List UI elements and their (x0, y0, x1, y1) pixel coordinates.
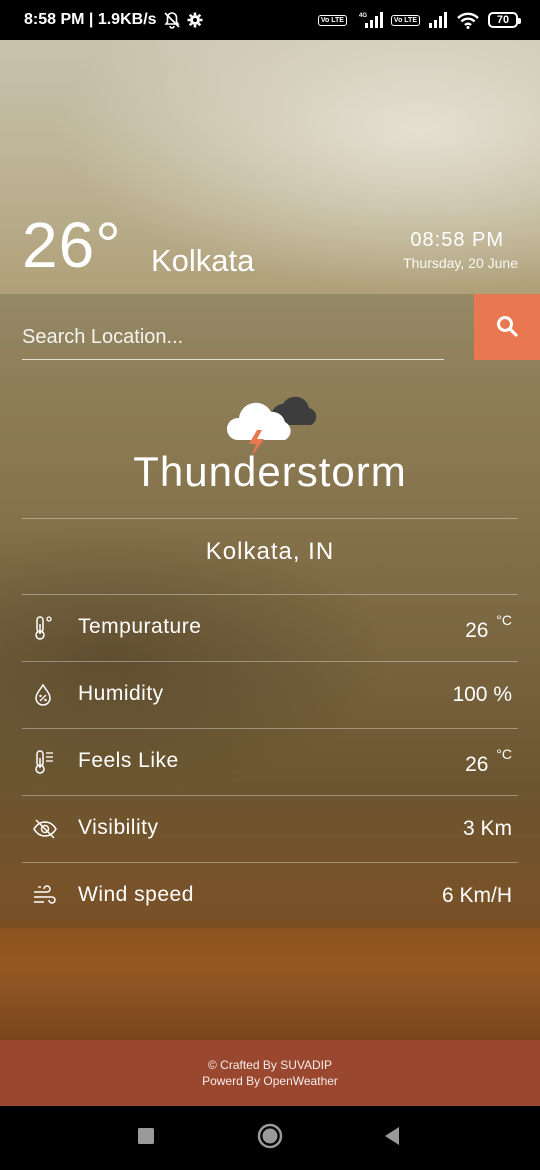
stat-value: 26 °C (465, 612, 512, 643)
footer-powered-by: Powerd By OpenWeather (202, 1074, 338, 1088)
stat-label: Visibility (78, 816, 159, 839)
home-circle-icon (257, 1123, 283, 1154)
recents-button[interactable] (116, 1106, 176, 1170)
back-button[interactable] (362, 1106, 422, 1170)
network-type-label: 4G (359, 13, 367, 19)
volte-badge-1: Vo LTE (317, 14, 347, 26)
stat-label: Wind speed (78, 883, 194, 906)
recents-square-icon (137, 1127, 155, 1150)
settings-gear-icon (187, 12, 203, 28)
stat-row-wind: Wind speed 6 Km/H (22, 863, 518, 930)
weather-app: 26° Kolkata 08:58 PM Thursday, 20 June T… (0, 40, 540, 1106)
status-right: Vo LTE 4G Vo LTE 70 (317, 11, 521, 29)
volte-badge-2: Vo LTE (390, 14, 420, 26)
humidity-drop-icon (32, 682, 56, 708)
search-icon (495, 314, 519, 341)
wifi-icon (456, 11, 480, 29)
search-bar (0, 294, 540, 360)
mute-notification-icon (163, 11, 181, 29)
signal-strength-icon-2 (428, 11, 448, 29)
stat-unit: °C (496, 612, 512, 628)
home-button[interactable] (240, 1106, 300, 1170)
stat-label: Feels Like (78, 749, 179, 772)
stat-row-humidity: Humidity 100 % (22, 662, 518, 729)
background-field (0, 920, 540, 1040)
stat-row-temperature: Tempurature 26 °C (22, 595, 518, 662)
current-date: Thursday, 20 June (403, 255, 518, 271)
thunderstorm-cloud-icon (223, 382, 319, 458)
footer-credit: © Crafted By SUVADIP (208, 1058, 332, 1072)
current-time: 08:58 PM (410, 229, 504, 251)
signal-strength-icon-1: 4G (355, 11, 383, 29)
thermometer-icon (32, 615, 56, 641)
status-left: 8:58 PM | 1.9KB/s (24, 11, 203, 29)
header: 26° Kolkata 08:58 PM Thursday, 20 June (0, 205, 540, 295)
status-time-speed: 8:58 PM | 1.9KB/s (24, 11, 157, 28)
back-triangle-icon (383, 1126, 401, 1151)
stat-label: Tempurature (78, 615, 202, 638)
stat-number: 26 (465, 753, 489, 776)
weather-panel: Thunderstorm Kolkata, IN Tempurature 26 … (0, 294, 540, 928)
stat-value: 26 °C (465, 746, 512, 777)
current-temperature: 26° (22, 209, 122, 281)
header-city: Kolkata (151, 243, 255, 278)
stat-row-visibility: Visibility 3 Km (22, 796, 518, 863)
stat-unit: °C (496, 746, 512, 762)
weather-condition: Thunderstorm (133, 448, 407, 495)
stat-value: 3 Km (462, 817, 512, 840)
feels-like-thermometer-icon (32, 749, 56, 775)
stat-number: 26 (465, 619, 489, 642)
search-input[interactable] (22, 316, 444, 360)
eye-slash-icon (32, 816, 57, 842)
footer: © Crafted By SUVADIP Powerd By OpenWeath… (0, 1040, 540, 1106)
status-bar: 8:58 PM | 1.9KB/s Vo LTE 4G Vo LTE 70 (0, 0, 540, 40)
stat-row-feels-like: Feels Like 26 °C (22, 729, 518, 796)
stat-label: Humidity (78, 682, 164, 705)
weather-stats: Tempurature 26 °C Humidity 100 % Feels L… (22, 595, 518, 930)
battery-indicator: 70 (488, 12, 521, 28)
stat-value: 6 Km/H (441, 884, 512, 907)
wind-icon (32, 883, 56, 909)
stat-value: 100 % (452, 683, 512, 706)
weather-location: Kolkata, IN (205, 538, 335, 565)
search-button[interactable] (474, 294, 540, 360)
system-nav-bar (0, 1106, 540, 1170)
divider-top (22, 518, 518, 519)
